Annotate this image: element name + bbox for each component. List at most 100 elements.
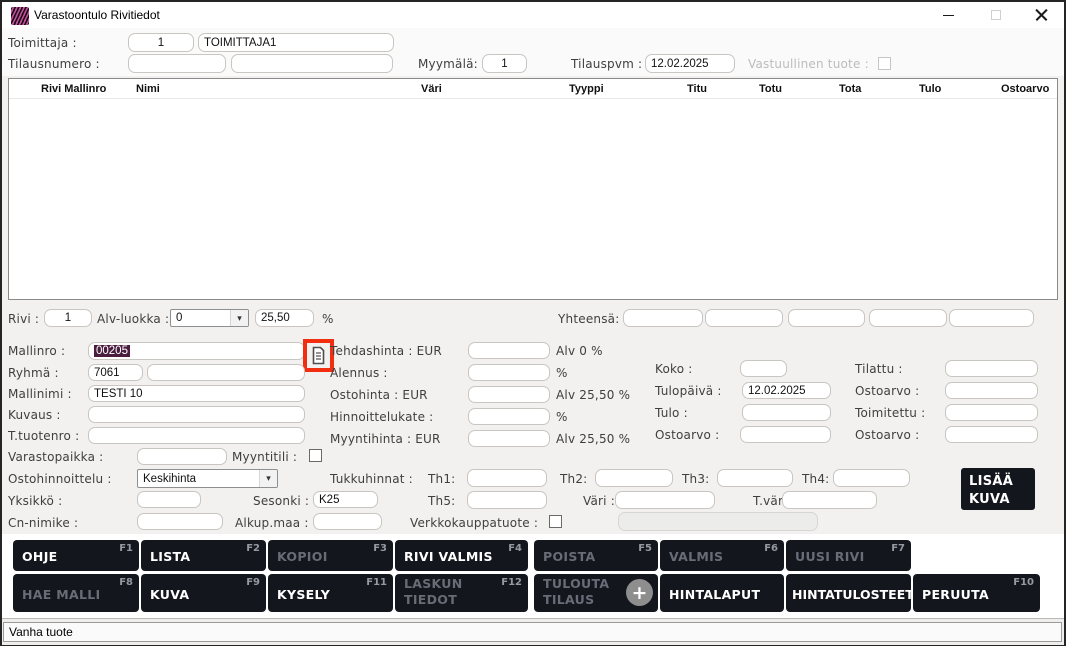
yhteensa-field-2[interactable]: [705, 309, 783, 327]
myyntitili-checkbox[interactable]: [309, 449, 322, 462]
toimittaja-name-field[interactable]: TOIMITTAJA1: [198, 33, 394, 52]
ostohinnoittelu-select[interactable]: Keskihinta ▾: [137, 469, 278, 488]
tulopaiva-field[interactable]: 12.02.2025: [742, 382, 831, 399]
ostoarvo-mid-field[interactable]: [740, 426, 831, 443]
tulo-field[interactable]: [742, 404, 831, 421]
verkkokauppatuote-label: Verkkokauppatuote :: [410, 516, 538, 530]
poista-button[interactable]: POISTA F5: [534, 540, 658, 571]
kuvaus-field[interactable]: [88, 406, 305, 423]
yhteensa-field-5[interactable]: [949, 309, 1034, 327]
th1-field[interactable]: [467, 469, 547, 487]
th2-field[interactable]: [595, 469, 673, 487]
maximize-button[interactable]: [978, 2, 1014, 28]
kuvaus-label: Kuvaus :: [8, 408, 61, 422]
toimitettu-ostoarvo-field[interactable]: [945, 426, 1038, 443]
th5-field[interactable]: [467, 491, 547, 509]
rivi-label: Rivi :: [8, 312, 39, 326]
toimittaja-code-field[interactable]: 1: [128, 33, 194, 52]
varastoontulo-window: Varastoontulo Rivitiedot Toimittaja : 1 …: [0, 0, 1066, 646]
uusi-rivi-button[interactable]: UUSI RIVI F7: [786, 540, 911, 571]
col-header-rivi-mallinro: Rivi Mallinro: [41, 83, 106, 95]
verkkokauppa-info-field: [618, 512, 818, 531]
col-header-nimi: Nimi: [136, 83, 160, 95]
cn-nimike-field[interactable]: [137, 513, 223, 530]
mallinro-field[interactable]: 00205: [88, 342, 305, 360]
koko-label: Koko :: [655, 362, 693, 376]
fkey-label: F4: [508, 543, 522, 554]
alv-luokka-select[interactable]: 0 ▾: [170, 309, 249, 327]
ostohinta-field[interactable]: [468, 386, 550, 403]
hae-malli-button[interactable]: HAE MALLI F8: [13, 574, 139, 612]
hintatulosteet-button[interactable]: HINTATULOSTEET: [786, 574, 911, 612]
ryhma-name-field[interactable]: [147, 364, 305, 381]
status-bar: Vanha tuote: [3, 622, 1062, 642]
alkup-maa-field[interactable]: [313, 513, 382, 530]
laskun-tiedot-button[interactable]: LASKUN TIEDOT F12: [395, 574, 528, 612]
tilausnumero-field-1[interactable]: [128, 54, 226, 73]
kysely-button[interactable]: KYSELY F11: [268, 574, 393, 612]
t-tuotenro-field[interactable]: [88, 427, 305, 444]
tehdashinta-field[interactable]: [468, 342, 550, 359]
sesonki-field[interactable]: K25: [313, 491, 378, 508]
ostohinnoittelu-label: Ostohinnoittelu :: [8, 472, 112, 486]
tilauspvm-label: Tilauspvm :: [571, 57, 642, 71]
plus-icon[interactable]: +: [626, 579, 653, 606]
minimize-icon: [943, 15, 954, 16]
myymala-field[interactable]: 1: [482, 54, 527, 73]
lisaa-kuva-button[interactable]: LISÄÄ KUVA: [961, 468, 1035, 510]
lista-button[interactable]: LISTA F2: [141, 540, 266, 571]
button-label: UUSI RIVI: [795, 549, 865, 565]
yksikko-field[interactable]: [137, 491, 201, 508]
tilauspvm-field[interactable]: 12.02.2025: [645, 54, 735, 73]
tilausnumero-field-2[interactable]: [231, 54, 393, 73]
myyntihinta-field[interactable]: [468, 430, 550, 447]
rivi-field[interactable]: 1: [44, 309, 92, 327]
alennus-field[interactable]: [468, 364, 550, 381]
yhteensa-field-3[interactable]: [788, 309, 865, 327]
tilattu-ostoarvo-field[interactable]: [945, 382, 1038, 399]
fkey-label: F11: [366, 577, 387, 588]
tilattu-field[interactable]: [945, 360, 1038, 377]
rows-table: Rivi Mallinro Nimi Väri Tyyppi Titu Totu…: [8, 78, 1058, 300]
fkey-label: F9: [246, 577, 260, 588]
peruuta-button[interactable]: PERUUTA F10: [913, 574, 1040, 612]
alv-percent-field[interactable]: 25,50: [255, 309, 314, 327]
tulo-label: Tulo :: [655, 406, 688, 420]
vastuullinen-tuote-checkbox[interactable]: [878, 57, 891, 70]
th3-field[interactable]: [717, 469, 793, 487]
hintalaput-button[interactable]: HINTALAPUT: [660, 574, 784, 612]
ryhma-code-field[interactable]: 7061: [88, 364, 143, 381]
chevron-down-icon[interactable]: ▾: [259, 470, 277, 487]
vari-field[interactable]: [615, 491, 715, 509]
yhteensa-field-4[interactable]: [869, 309, 947, 327]
mallinimi-field[interactable]: TESTI 10: [88, 385, 305, 402]
col-header-titu: Titu: [687, 83, 707, 95]
close-icon: [1035, 9, 1048, 22]
ohje-button[interactable]: OHJE F1: [13, 540, 139, 571]
button-label: RIVI VALMIS: [404, 549, 493, 565]
vari-label: Väri :: [583, 494, 615, 508]
chevron-down-icon[interactable]: ▾: [230, 310, 248, 326]
minimize-button[interactable]: [930, 2, 966, 28]
varastopaikka-field[interactable]: [137, 448, 227, 465]
rivi-valmis-button[interactable]: RIVI VALMIS F4: [395, 540, 528, 571]
tulouta-tilaus-button[interactable]: TULOUTA TILAUS +: [534, 574, 658, 612]
th4-field[interactable]: [833, 469, 910, 487]
title-bar: Varastoontulo Rivitiedot: [2, 2, 1064, 29]
valmis-button[interactable]: VALMIS F6: [660, 540, 784, 571]
t-vari-field[interactable]: [782, 491, 877, 509]
th1-label: Th1:: [428, 472, 455, 486]
toimitettu-ostoarvo-label: Ostoarvo :: [855, 428, 919, 442]
fkey-label: F8: [119, 577, 133, 588]
ostohinnoittelu-value: Keskihinta: [143, 473, 196, 485]
hinnoittelukate-field[interactable]: [468, 408, 550, 425]
ostoarvo-mid-label: Ostoarvo :: [655, 428, 719, 442]
kopioi-button[interactable]: KOPIOI F3: [268, 540, 393, 571]
col-header-tota: Tota: [839, 83, 861, 95]
kuva-button[interactable]: KUVA F9: [141, 574, 266, 612]
yhteensa-field-1[interactable]: [623, 309, 703, 327]
close-button[interactable]: [1023, 2, 1059, 28]
verkkokauppatuote-checkbox[interactable]: [549, 515, 562, 528]
koko-field[interactable]: [740, 360, 787, 377]
toimitettu-field[interactable]: [945, 404, 1038, 421]
